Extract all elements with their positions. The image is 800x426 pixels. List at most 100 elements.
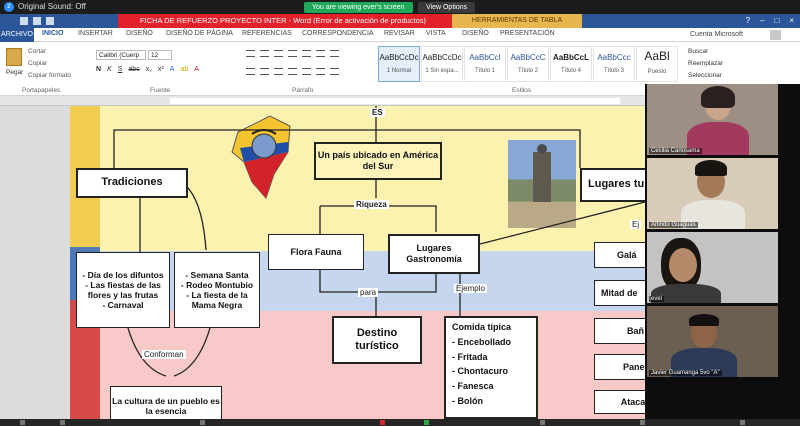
close-icon[interactable]: ×	[789, 16, 794, 25]
align-center-icon[interactable]	[260, 68, 269, 75]
borders-icon[interactable]	[330, 68, 339, 75]
taskbar-icon[interactable]	[20, 420, 25, 425]
document-page[interactable]: ES Un país ubicado en América del Sur Ri…	[70, 106, 645, 419]
account-name[interactable]: Cuenta Microsoft	[690, 31, 743, 38]
select-button[interactable]: Seleccionar	[688, 72, 722, 79]
root-node: Un país ubicado en América del Sur	[314, 142, 442, 180]
text-effects-icon[interactable]: A	[170, 66, 175, 73]
participant-name: evel	[649, 296, 665, 302]
underline-icon[interactable]: S	[118, 66, 123, 73]
font-size-select[interactable]: 12	[148, 50, 172, 60]
subscript-icon[interactable]: x₂	[146, 66, 152, 73]
minimize-icon[interactable]: –	[760, 16, 764, 25]
tab-vista[interactable]: VISTA	[426, 30, 446, 37]
tab-diseno-tabla[interactable]: DISEÑO	[462, 30, 489, 37]
zoom-top-bar: z Original Sound: Off You are viewing ev…	[0, 0, 800, 14]
participant-tile[interactable]: Javier Guamanga 5vo "A"	[647, 306, 778, 377]
participant-name: Arlindo Guaguas	[649, 222, 698, 228]
align-right-icon[interactable]	[274, 68, 283, 75]
bullets-icon[interactable]	[246, 50, 255, 57]
ej-label: Ej	[630, 220, 642, 229]
participants-panel: Cecilia Carlosama Arlindo Guaguas evel J…	[645, 84, 800, 419]
table-tools-contextual-tab: HERRAMIENTAS DE TABLA	[452, 14, 582, 28]
place-mitad-del-mundo: Mitad de	[594, 280, 645, 306]
shading-icon[interactable]	[316, 68, 325, 75]
conforman-label: Conforman	[142, 350, 186, 359]
participant-tile[interactable]: Cecilia Carlosama	[647, 84, 778, 155]
style-heading-1[interactable]: AaBbCcI Título 1	[464, 46, 506, 82]
tab-diseno[interactable]: DISEÑO	[126, 30, 153, 37]
style-heading-4[interactable]: AaBbCcL Título 4	[550, 46, 592, 82]
screen: z Original Sound: Off You are viewing ev…	[0, 0, 800, 426]
copy-button[interactable]: Copiar	[28, 60, 47, 67]
tab-presentacion[interactable]: PRESENTACIÓN	[500, 30, 555, 37]
style-title[interactable]: AaBl Puesto	[636, 46, 678, 82]
place-banos: Bañ	[594, 318, 645, 344]
decrease-indent-icon[interactable]	[288, 50, 297, 57]
styles-group-label: Estilos	[512, 87, 532, 94]
tab-archivo[interactable]: ARCHIVO	[0, 28, 34, 42]
replace-button[interactable]: Reemplazar	[688, 60, 723, 67]
participant-tile[interactable]: Arlindo Guaguas	[647, 158, 778, 229]
style-heading-2[interactable]: AaBbCcC Título 2	[507, 46, 549, 82]
help-icon[interactable]: ?	[746, 16, 750, 25]
italic-icon[interactable]: K	[107, 66, 112, 73]
ribbon-tab-bar: ARCHIVO INICIO INSERTAR DISEÑO DISEÑO DE…	[0, 28, 800, 42]
participant-tile[interactable]: evel	[647, 232, 778, 303]
view-options-button[interactable]: View Options	[418, 2, 476, 13]
tradiciones-node: Tradiciones	[76, 168, 188, 198]
styles-gallery: AaBbCcDc 1 Normal AaBbCcDc 1 Sin espa...…	[378, 46, 679, 82]
taskbar-icon[interactable]	[540, 420, 545, 425]
horizontal-ruler[interactable]	[0, 96, 645, 106]
riqueza-label: Riqueza	[354, 200, 389, 209]
highlight-icon[interactable]: ab	[180, 66, 188, 73]
tab-diseno-pagina[interactable]: DISEÑO DE PÁGINA	[166, 30, 233, 37]
taskbar-icon[interactable]	[380, 420, 385, 425]
tab-correspondencia[interactable]: CORRESPONDENCIA	[302, 30, 374, 37]
bold-icon[interactable]: N	[96, 66, 101, 73]
taskbar	[0, 419, 800, 426]
line-spacing-icon[interactable]	[302, 68, 311, 75]
superscript-icon[interactable]: x²	[158, 66, 164, 73]
sort-icon[interactable]	[316, 50, 325, 57]
quick-access-toolbar	[20, 17, 54, 25]
taskbar-icon[interactable]	[60, 420, 65, 425]
justify-icon[interactable]	[288, 68, 297, 75]
taskbar-icon[interactable]	[200, 420, 205, 425]
multilevel-list-icon[interactable]	[274, 50, 283, 57]
paste-icon[interactable]	[6, 48, 22, 66]
taskbar-icon[interactable]	[740, 420, 745, 425]
font-name-select[interactable]: Calibri (Cuerp	[96, 50, 146, 60]
style-heading-3[interactable]: AaBbCcc Título 3	[593, 46, 635, 82]
maximize-icon[interactable]: □	[774, 16, 779, 25]
strikethrough-icon[interactable]: abc	[128, 66, 139, 73]
avatar[interactable]	[770, 30, 781, 40]
numbering-icon[interactable]	[260, 50, 269, 57]
font-color-icon[interactable]: A	[194, 66, 199, 73]
format-painter-button[interactable]: Copiar formato	[28, 72, 71, 79]
paragraph-group-label: Párrafo	[292, 87, 314, 94]
taskbar-icon[interactable]	[640, 420, 645, 425]
undo-icon[interactable]	[33, 17, 41, 25]
increase-indent-icon[interactable]	[302, 50, 311, 57]
tab-inicio[interactable]: INICIO	[42, 30, 63, 37]
save-icon[interactable]	[20, 17, 28, 25]
cut-button[interactable]: Cortar	[28, 48, 46, 55]
find-button[interactable]: Buscar	[688, 48, 708, 55]
font-group-label: Fuente	[150, 87, 171, 94]
align-left-icon[interactable]	[246, 68, 255, 75]
style-no-spacing[interactable]: AaBbCcDc 1 Sin espa...	[421, 46, 463, 82]
tab-insertar[interactable]: INSERTAR	[78, 30, 113, 37]
show-marks-icon[interactable]	[330, 50, 339, 57]
redo-icon[interactable]	[46, 17, 54, 25]
place-panecillo: Pane	[594, 354, 645, 380]
style-normal[interactable]: AaBbCcDc 1 Normal	[378, 46, 420, 82]
lugares-turisticos-node: Lugares tu	[580, 168, 645, 202]
tab-revisar[interactable]: REVISAR	[384, 30, 415, 37]
taskbar-icon[interactable]	[424, 420, 429, 425]
tab-referencias[interactable]: REFERENCIAS	[242, 30, 292, 37]
zoom-logo-icon: z	[4, 2, 14, 12]
paste-button[interactable]: Pegar	[6, 69, 23, 76]
paragraph-row-2	[246, 68, 339, 75]
place-atacames: Atacames	[594, 390, 645, 414]
